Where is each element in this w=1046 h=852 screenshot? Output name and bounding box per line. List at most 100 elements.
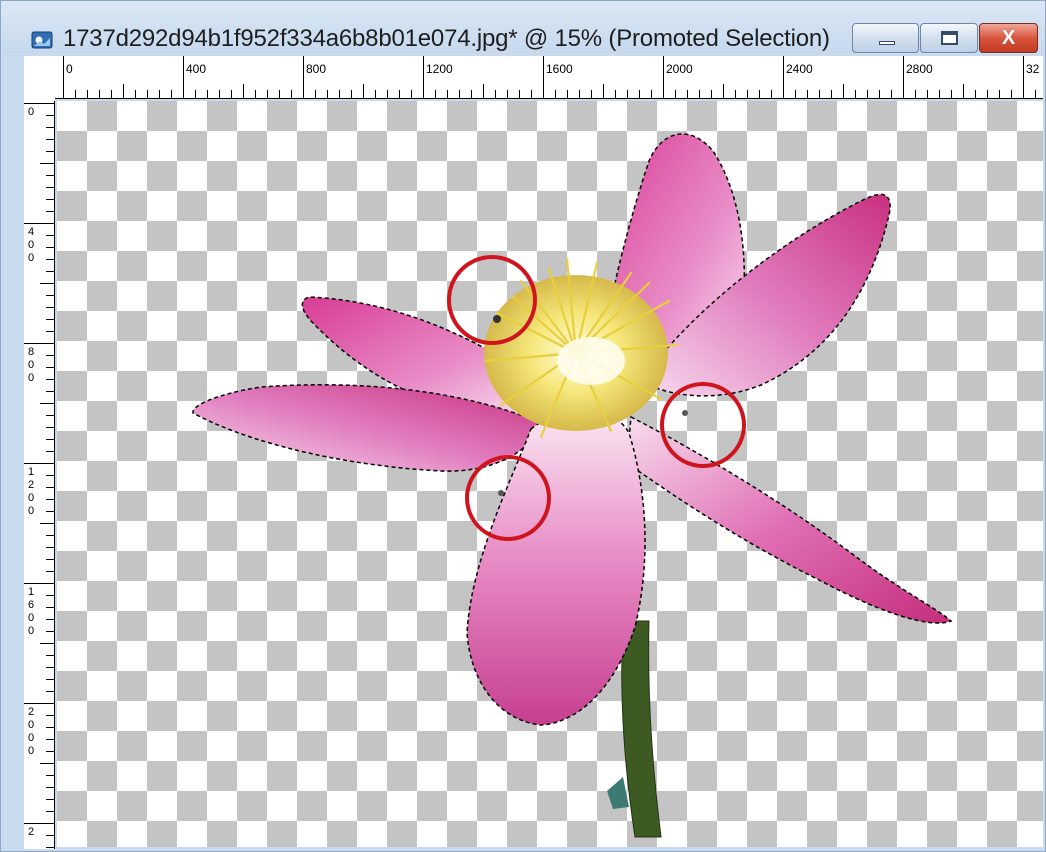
ruler-minor-tick: [675, 90, 676, 98]
ruler-minor-tick: [46, 571, 54, 572]
ruler-minor-tick: [46, 535, 54, 536]
ruler-major-tick: [24, 463, 54, 464]
ruler-major-tick: [783, 56, 784, 98]
ruler-minor-tick: [46, 475, 54, 476]
ruler-minor-tick: [46, 787, 54, 788]
ruler-label: 2: [28, 826, 35, 838]
ruler-minor-tick: [46, 151, 54, 152]
ruler-minor-tick: [46, 811, 54, 812]
ruler-minor-tick: [711, 90, 712, 98]
ruler-major-tick: [24, 823, 54, 824]
ruler-minor-tick: [46, 391, 54, 392]
ruler-minor-tick: [363, 84, 364, 98]
ruler-label: 0: [28, 106, 35, 118]
ruler-minor-tick: [651, 90, 652, 98]
ruler-minor-tick: [46, 499, 54, 500]
ruler-minor-tick: [40, 283, 54, 284]
title-bar[interactable]: 1737d292d94b1f952f334a6b8b01e074.jpg* @ …: [1, 1, 1045, 53]
highlight-circle: [660, 382, 746, 468]
ruler-minor-tick: [411, 90, 412, 98]
ruler-minor-tick: [591, 90, 592, 98]
ruler-minor-tick: [46, 691, 54, 692]
ruler-minor-tick: [939, 90, 940, 98]
maximize-icon: [941, 31, 958, 45]
ruler-minor-tick: [46, 547, 54, 548]
ruler-minor-tick: [46, 259, 54, 260]
ruler-minor-tick: [483, 84, 484, 98]
ruler-minor-tick: [40, 763, 54, 764]
ruler-minor-tick: [99, 90, 100, 98]
ruler-minor-tick: [46, 751, 54, 752]
ruler-label: 32: [1026, 62, 1040, 76]
ruler-minor-tick: [615, 90, 616, 98]
image-canvas[interactable]: [57, 101, 1043, 847]
ruler-minor-tick: [46, 379, 54, 380]
ruler-minor-tick: [46, 451, 54, 452]
ruler-minor-tick: [771, 90, 772, 98]
ruler-major-tick: [903, 56, 904, 98]
ruler-label: 800: [306, 62, 327, 76]
ruler-major-tick: [24, 583, 54, 584]
ruler-minor-tick: [159, 90, 160, 98]
ruler-minor-tick: [46, 715, 54, 716]
ruler-minor-tick: [46, 139, 54, 140]
ruler-minor-tick: [219, 90, 220, 98]
ruler-major-tick: [543, 56, 544, 98]
ruler-minor-tick: [40, 643, 54, 644]
ruler-minor-tick: [46, 727, 54, 728]
ruler-minor-tick: [555, 90, 556, 98]
ruler-minor-tick: [567, 90, 568, 98]
ruler-minor-tick: [795, 90, 796, 98]
ruler-major-tick: [63, 56, 64, 98]
ruler-minor-tick: [231, 90, 232, 98]
ruler-label: 2000: [666, 62, 693, 76]
maximize-button[interactable]: [920, 23, 978, 53]
ruler-label: 2400: [786, 62, 813, 76]
ruler-minor-tick: [46, 175, 54, 176]
ruler-minor-tick: [519, 90, 520, 98]
ruler-minor-tick: [46, 235, 54, 236]
ruler-minor-tick: [843, 84, 844, 98]
ruler-minor-tick: [879, 90, 880, 98]
ruler-minor-tick: [46, 115, 54, 116]
ruler-label: 400: [28, 226, 35, 264]
ruler-major-tick: [24, 703, 54, 704]
ruler-minor-tick: [87, 90, 88, 98]
ruler-label: 1600: [28, 586, 35, 637]
ruler-minor-tick: [891, 90, 892, 98]
ruler-minor-tick: [243, 84, 244, 98]
ruler-label: 0: [66, 62, 73, 76]
ruler-minor-tick: [267, 90, 268, 98]
ruler-minor-tick: [687, 90, 688, 98]
ruler-minor-tick: [435, 90, 436, 98]
ruler-minor-tick: [807, 90, 808, 98]
ruler-minor-tick: [46, 775, 54, 776]
ruler-minor-tick: [135, 90, 136, 98]
ruler-minor-tick: [46, 127, 54, 128]
ruler-label: 1600: [546, 62, 573, 76]
close-button[interactable]: X: [979, 23, 1038, 53]
ruler-minor-tick: [46, 631, 54, 632]
ruler-minor-tick: [963, 84, 964, 98]
ruler-minor-tick: [459, 90, 460, 98]
ruler-minor-tick: [46, 655, 54, 656]
minimize-icon: [879, 41, 895, 45]
ruler-minor-tick: [375, 90, 376, 98]
ruler-minor-tick: [46, 367, 54, 368]
ruler-minor-tick: [831, 90, 832, 98]
ruler-minor-tick: [46, 247, 54, 248]
minimize-button[interactable]: [852, 23, 919, 53]
ruler-minor-tick: [46, 667, 54, 668]
ruler-minor-tick: [40, 523, 54, 524]
ruler-major-tick: [24, 103, 54, 104]
vertical-ruler[interactable]: 0 400 800 1200 1600 2000 2: [24, 101, 55, 849]
ruler-minor-tick: [46, 439, 54, 440]
ruler-minor-tick: [507, 90, 508, 98]
ruler-minor-tick: [171, 90, 172, 98]
ruler-minor-tick: [951, 90, 952, 98]
ruler-minor-tick: [291, 90, 292, 98]
ruler-minor-tick: [987, 90, 988, 98]
ruler-minor-tick: [46, 211, 54, 212]
horizontal-ruler[interactable]: 0 400 800 1200 1600 2000 2400 2800 32: [55, 56, 1043, 99]
ruler-minor-tick: [471, 90, 472, 98]
